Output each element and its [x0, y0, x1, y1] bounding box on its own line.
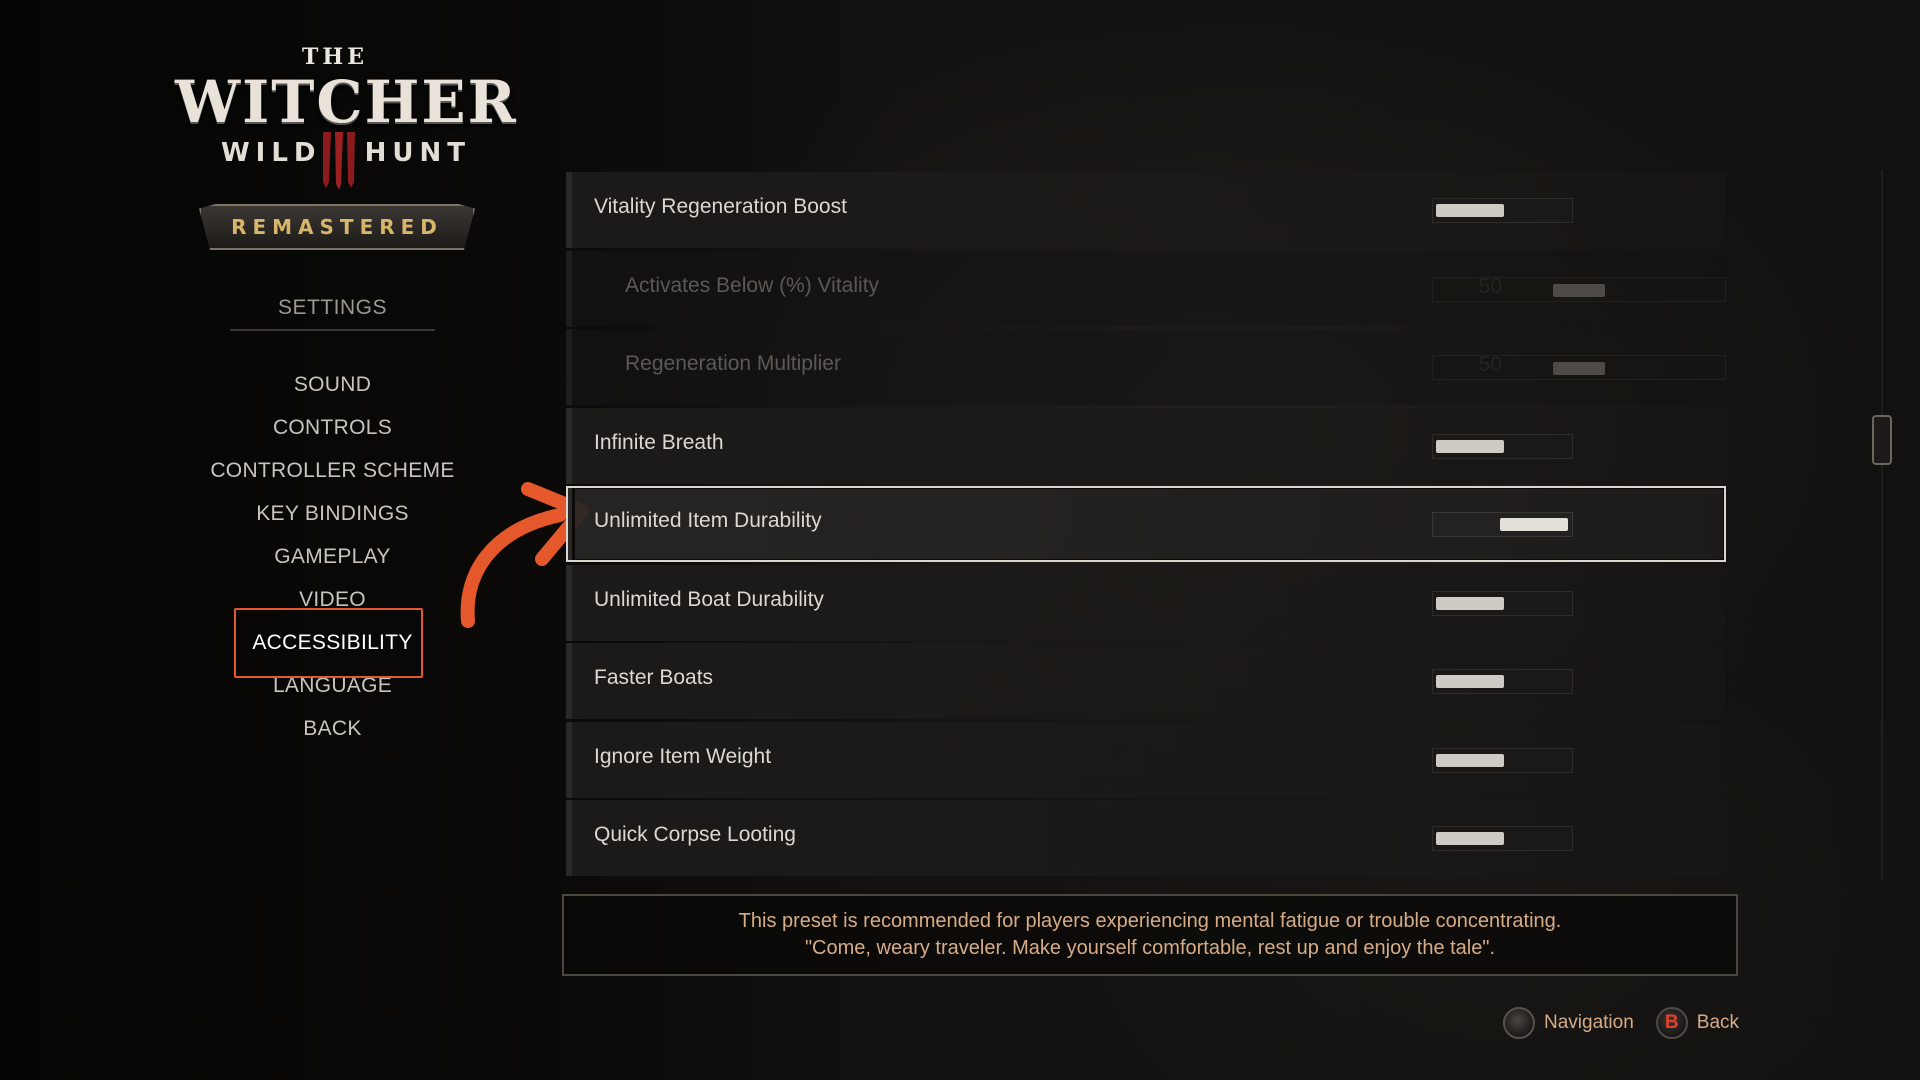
setting-label: Regeneration Multiplier [625, 352, 841, 375]
setting-row-activates-below-vitality[interactable]: Activates Below (%) Vitality 50 [566, 250, 1726, 327]
logo-wild: WILD [221, 138, 322, 168]
toggle-switch[interactable] [1432, 433, 1573, 459]
menu-item-controls[interactable]: CONTROLS [200, 413, 465, 456]
setting-label: Vitality Regeneration Boost [594, 195, 847, 218]
button-hints: Navigation B Back [1503, 1005, 1739, 1041]
setting-row-ignore-item-weight[interactable]: Ignore Item Weight Off [566, 721, 1726, 798]
setting-row-faster-boats[interactable]: Faster Boats Off [566, 643, 1726, 719]
toggle-knob [1436, 753, 1504, 767]
setting-row-quick-corpse-looting[interactable]: Quick Corpse Looting Off [566, 800, 1726, 876]
game-settings-screen: THE WITCHER WILD HUNT REMASTERED SETTING… [0, 0, 1920, 1080]
logo-the: THE [302, 44, 368, 70]
toggle-switch[interactable] [1432, 198, 1573, 223]
scrollbar-thumb[interactable] [1872, 415, 1892, 465]
setting-label: Unlimited Boat Durability [594, 587, 824, 611]
toggle-knob [1436, 675, 1504, 688]
settings-heading: SETTINGS [230, 296, 435, 331]
logo-remastered: REMASTERED [231, 215, 443, 239]
setting-label: Activates Below (%) Vitality [625, 273, 880, 297]
setting-row-unlimited-boat-durability[interactable]: Unlimited Boat Durability Off [566, 564, 1726, 641]
menu-item-gameplay[interactable]: GAMEPLAY [200, 542, 465, 585]
menu-item-sound[interactable]: SOUND [200, 370, 465, 413]
logo-wild-hunt: WILD HUNT [221, 138, 471, 168]
scrollbar-track[interactable] [1881, 170, 1883, 880]
accessibility-highlight-box [234, 608, 423, 678]
toggle-knob [1436, 439, 1504, 453]
slider-track[interactable] [1432, 355, 1726, 380]
toggle-switch[interactable] [1432, 512, 1573, 537]
preset-description-box: This preset is recommended for players e… [562, 894, 1738, 976]
setting-row-unlimited-item-durability[interactable]: Unlimited Item Durability On [566, 486, 1726, 562]
toggle-knob [1436, 832, 1504, 845]
accessibility-settings-list: Vitality Regeneration Boost Off Activate… [566, 172, 1726, 879]
menu-item-controller-scheme[interactable]: CONTROLLER SCHEME [200, 456, 465, 499]
navigation-hint: Navigation [1503, 1007, 1634, 1039]
setting-row-regeneration-multiplier[interactable]: Regeneration Multiplier 50 [566, 329, 1726, 405]
back-label[interactable]: Back [1697, 1012, 1739, 1034]
left-stick-icon [1503, 1007, 1535, 1039]
setting-label: Ignore Item Weight [594, 744, 772, 768]
logo-hunt: HUNT [364, 138, 471, 168]
toggle-switch[interactable] [1432, 826, 1573, 851]
toggle-switch[interactable] [1432, 590, 1573, 616]
witcher-logo: THE WITCHER WILD HUNT REMASTERED [175, 44, 518, 254]
back-hint[interactable]: B Back [1655, 1007, 1739, 1039]
setting-row-infinite-breath[interactable]: Infinite Breath Off [566, 407, 1726, 484]
description-line-1: This preset is recommended for players e… [738, 910, 1562, 932]
toggle-switch[interactable] [1432, 747, 1573, 773]
toggle-switch[interactable] [1432, 669, 1573, 694]
toggle-knob [1500, 518, 1568, 531]
navigation-label: Navigation [1544, 1012, 1634, 1033]
setting-label: Faster Boats [594, 666, 714, 689]
menu-item-back[interactable]: BACK [200, 714, 465, 757]
description-line-2: "Come, weary traveler. Make yourself com… [804, 937, 1496, 959]
slider-thumb[interactable] [1553, 362, 1605, 375]
setting-label: Infinite Breath [594, 430, 724, 454]
menu-item-key-bindings[interactable]: KEY BINDINGS [200, 499, 465, 542]
slider-thumb[interactable] [1553, 283, 1605, 297]
b-button-icon[interactable]: B [1655, 1007, 1688, 1039]
toggle-knob [1436, 204, 1504, 217]
logo-witcher: WITCHER [175, 68, 518, 136]
setting-label: Quick Corpse Looting [594, 823, 796, 846]
setting-label: Unlimited Item Durability [594, 509, 822, 532]
toggle-knob [1436, 596, 1504, 610]
logo-remastered-banner: REMASTERED [199, 204, 475, 250]
settings-menu: SOUND CONTROLS CONTROLLER SCHEME KEY BIN… [200, 370, 465, 757]
slider-track[interactable] [1432, 276, 1726, 302]
setting-row-vitality-regeneration-boost[interactable]: Vitality Regeneration Boost Off [566, 172, 1726, 248]
